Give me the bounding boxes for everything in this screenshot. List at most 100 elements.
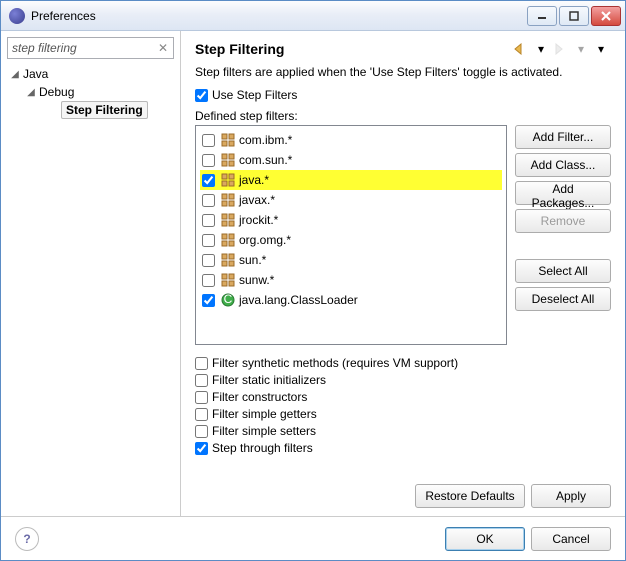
tree-item-label: Java [23, 67, 48, 81]
package-icon [221, 253, 235, 267]
main-panel: Step Filtering ▾ ▾ ▾ Step filters are ap… [181, 31, 625, 516]
add-class-button[interactable]: Add Class... [515, 153, 611, 177]
filter-row[interactable]: com.sun.* [200, 150, 502, 170]
option-ctors[interactable]: Filter constructors [195, 390, 611, 404]
option-staticinit[interactable]: Filter static initializers [195, 373, 611, 387]
filter-label: java.* [239, 173, 269, 187]
filter-label: com.ibm.* [239, 133, 292, 147]
forward-arrow-icon[interactable] [551, 41, 571, 57]
extra-options: Filter synthetic methods (requires VM su… [195, 353, 611, 458]
view-menu-icon[interactable]: ▾ [591, 41, 611, 57]
filter-checkbox[interactable] [202, 254, 215, 267]
svg-text:C: C [224, 293, 233, 306]
add-filter-button[interactable]: Add Filter... [515, 125, 611, 149]
package-icon [221, 273, 235, 287]
cancel-button[interactable]: Cancel [531, 527, 611, 551]
apply-button[interactable]: Apply [531, 484, 611, 508]
forward-menu-icon[interactable]: ▾ [571, 41, 591, 57]
filter-row[interactable]: sunw.* [200, 270, 502, 290]
package-icon [221, 153, 235, 167]
remove-button[interactable]: Remove [515, 209, 611, 233]
filter-label: java.lang.ClassLoader [239, 293, 358, 307]
filter-label: sun.* [239, 253, 266, 267]
option-through[interactable]: Step through filters [195, 441, 611, 455]
filter-row[interactable]: com.ibm.* [200, 130, 502, 150]
deselect-all-button[interactable]: Deselect All [515, 287, 611, 311]
tree-item-step-filtering[interactable]: Step Filtering [7, 101, 174, 119]
filter-checkbox[interactable] [202, 234, 215, 247]
help-icon[interactable]: ? [15, 527, 39, 551]
filter-row[interactable]: javax.* [200, 190, 502, 210]
filter-checkbox[interactable] [202, 294, 215, 307]
filter-checkbox[interactable] [202, 174, 215, 187]
sidebar: ✕ ◢Java◢DebugStep Filtering [1, 31, 181, 516]
filter-row[interactable]: sun.* [200, 250, 502, 270]
option-checkbox-ctors[interactable] [195, 391, 208, 404]
filter-label: org.omg.* [239, 233, 291, 247]
close-button[interactable] [591, 6, 621, 26]
option-label: Filter static initializers [212, 373, 326, 387]
filter-label: com.sun.* [239, 153, 292, 167]
window-title: Preferences [31, 9, 96, 23]
preferences-tree[interactable]: ◢Java◢DebugStep Filtering [7, 65, 174, 510]
option-setters[interactable]: Filter simple setters [195, 424, 611, 438]
option-checkbox-getters[interactable] [195, 408, 208, 421]
back-arrow-icon[interactable] [511, 41, 531, 57]
expand-icon[interactable]: ◢ [25, 87, 37, 98]
filter-checkbox[interactable] [202, 214, 215, 227]
filter-row[interactable]: jrockit.* [200, 210, 502, 230]
tree-item-debug[interactable]: ◢Debug [7, 83, 174, 101]
class-icon: C [221, 293, 235, 307]
clear-search-icon[interactable]: ✕ [155, 40, 171, 56]
back-menu-icon[interactable]: ▾ [531, 41, 551, 57]
maximize-button[interactable] [559, 6, 589, 26]
option-label: Filter constructors [212, 390, 307, 404]
option-label: Filter simple getters [212, 407, 317, 421]
restore-defaults-button[interactable]: Restore Defaults [415, 484, 525, 508]
filter-label: javax.* [239, 193, 275, 207]
expand-icon[interactable]: ◢ [9, 69, 21, 80]
package-icon [221, 193, 235, 207]
tree-item-label: Debug [39, 85, 74, 99]
package-icon [221, 173, 235, 187]
option-getters[interactable]: Filter simple getters [195, 407, 611, 421]
filter-list[interactable]: com.ibm.* com.sun.* java.* javax.* jrockit.*… [195, 125, 507, 345]
add-packages-button[interactable]: Add Packages... [515, 181, 611, 205]
option-checkbox-through[interactable] [195, 442, 208, 455]
filter-checkbox[interactable] [202, 274, 215, 287]
use-step-filters-row[interactable]: Use Step Filters [195, 88, 611, 102]
defined-filters-label: Defined step filters: [195, 109, 611, 123]
filter-checkbox[interactable] [202, 194, 215, 207]
option-label: Step through filters [212, 441, 313, 455]
filter-label: jrockit.* [239, 213, 278, 227]
option-synthetic[interactable]: Filter synthetic methods (requires VM su… [195, 356, 611, 370]
select-all-button[interactable]: Select All [515, 259, 611, 283]
page-description: Step filters are applied when the 'Use S… [195, 65, 611, 79]
filter-row[interactable]: org.omg.* [200, 230, 502, 250]
ok-button[interactable]: OK [445, 527, 525, 551]
option-checkbox-staticinit[interactable] [195, 374, 208, 387]
filter-checkbox[interactable] [202, 154, 215, 167]
app-icon [9, 8, 25, 24]
option-label: Filter simple setters [212, 424, 316, 438]
titlebar[interactable]: Preferences [1, 1, 625, 31]
use-step-filters-checkbox[interactable] [195, 89, 208, 102]
filter-search: ✕ [7, 37, 174, 59]
package-icon [221, 133, 235, 147]
filter-search-input[interactable] [7, 37, 174, 59]
filter-row[interactable]: Cjava.lang.ClassLoader [200, 290, 502, 310]
page-title: Step Filtering [195, 41, 511, 57]
filter-row[interactable]: java.* [200, 170, 502, 190]
tree-item-java[interactable]: ◢Java [7, 65, 174, 83]
use-step-filters-label: Use Step Filters [212, 88, 297, 102]
package-icon [221, 213, 235, 227]
option-label: Filter synthetic methods (requires VM su… [212, 356, 458, 370]
filter-checkbox[interactable] [202, 134, 215, 147]
tree-item-label: Step Filtering [61, 101, 148, 119]
option-checkbox-synthetic[interactable] [195, 357, 208, 370]
option-checkbox-setters[interactable] [195, 425, 208, 438]
package-icon [221, 233, 235, 247]
filter-buttons: Add Filter... Add Class... Add Packages.… [515, 125, 611, 345]
minimize-button[interactable] [527, 6, 557, 26]
preferences-window: Preferences ✕ ◢Java◢DebugStep Filtering … [0, 0, 626, 561]
